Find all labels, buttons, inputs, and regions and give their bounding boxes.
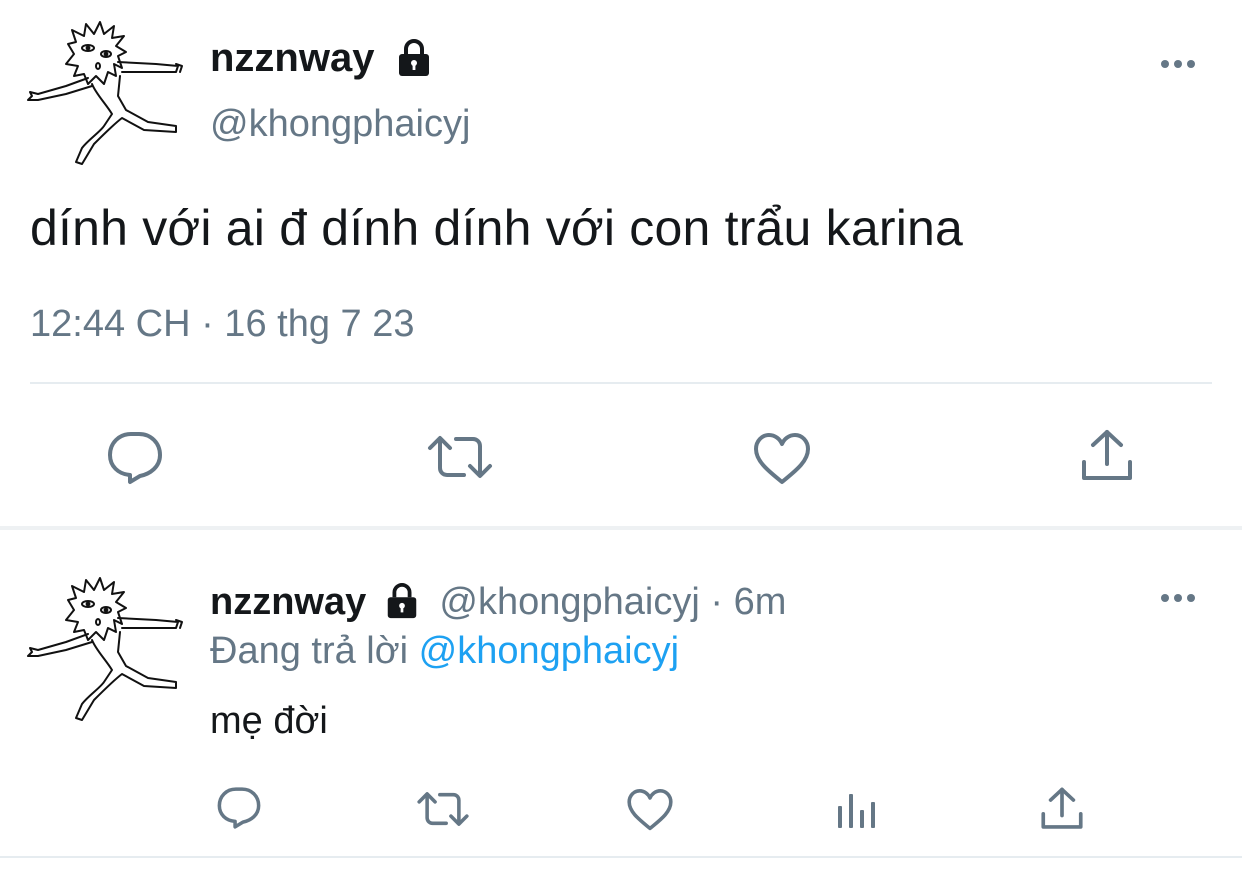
divider	[30, 382, 1212, 384]
retweet-icon[interactable]	[426, 434, 494, 480]
reply-text: mẹ đời	[210, 700, 328, 742]
reply-time[interactable]: 6m	[734, 581, 787, 623]
heart-icon[interactable]	[752, 432, 812, 486]
more-icon[interactable]	[1161, 594, 1195, 602]
share-icon[interactable]	[1080, 428, 1134, 484]
heart-icon[interactable]	[626, 788, 674, 832]
more-icon[interactable]	[1161, 60, 1195, 68]
avatar[interactable]	[26, 14, 186, 172]
divider	[0, 856, 1242, 858]
retweet-icon[interactable]	[416, 790, 470, 828]
reply-icon[interactable]	[106, 430, 164, 486]
replying-to: Đang trả lời @khongphaicyj	[210, 627, 679, 675]
display-name[interactable]: nzznway	[210, 34, 434, 89]
reply-avatar[interactable]	[26, 570, 186, 728]
separator: ·	[710, 581, 723, 623]
handle[interactable]: @khongphaicyj	[210, 101, 470, 147]
tweet-text: dính với ai đ dính dính với con trẩu kar…	[30, 200, 964, 256]
share-icon[interactable]	[1040, 786, 1084, 832]
reply-display-name[interactable]: nzznway	[210, 581, 366, 623]
replying-mention[interactable]: @khongphaicyj	[419, 630, 679, 672]
analytics-icon[interactable]	[836, 788, 878, 830]
timestamp[interactable]: 12:44 CH · 16 thg 7 23	[30, 300, 414, 348]
lock-icon	[383, 582, 421, 632]
lock-icon	[394, 38, 434, 89]
reply-handle[interactable]: @khongphaicyj	[439, 581, 699, 623]
reply-icon[interactable]	[216, 786, 262, 830]
display-name-text[interactable]: nzznway	[210, 36, 374, 80]
section-divider	[0, 526, 1242, 530]
tweet-thread: nzznway @khongphaicyj dính với ai đ dính…	[0, 0, 1242, 876]
replying-prefix: Đang trả lời	[210, 630, 409, 672]
reply-header: nzznway @khongphaicyj · 6m	[210, 578, 786, 632]
